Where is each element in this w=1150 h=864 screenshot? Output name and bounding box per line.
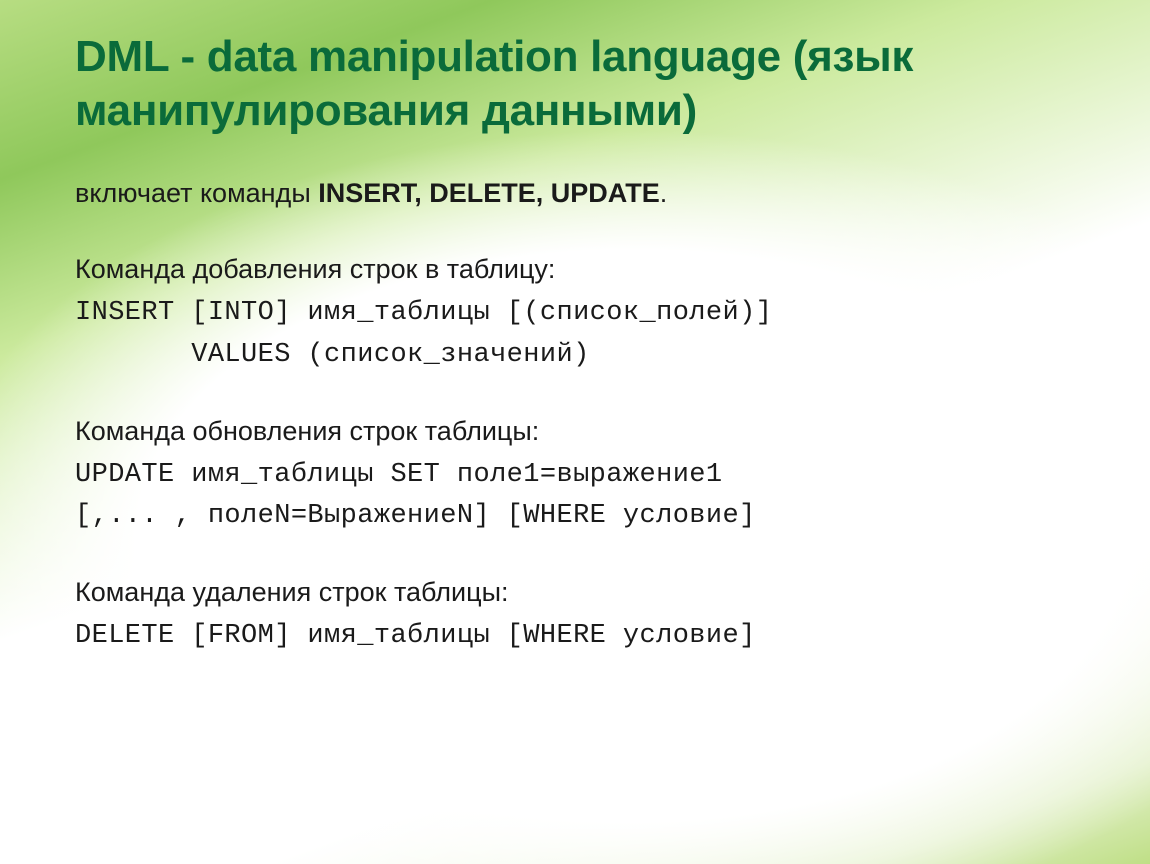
intro-commands: INSERT, DELETE, UPDATE	[318, 178, 660, 208]
intro-suffix: .	[660, 178, 668, 208]
slide-body: включает команды INSERT, DELETE, UPDATE.…	[75, 173, 1085, 658]
update-label: Команда обновления строк таблицы:	[75, 411, 1085, 453]
slide: DML - data manipulation language (язык м…	[0, 0, 1150, 864]
delete-code: DELETE [FROM] имя_таблицы [WHERE условие…	[75, 616, 1085, 658]
slide-title: DML - data manipulation language (язык м…	[75, 30, 1085, 137]
insert-label: Команда добавления строк в таблицу:	[75, 249, 1085, 291]
delete-label: Команда удаления строк таблицы:	[75, 572, 1085, 614]
update-code: UPDATE имя_таблицы SET поле1=выражение1 …	[75, 455, 1085, 539]
insert-code: INSERT [INTO] имя_таблицы [(список_полей…	[75, 293, 1085, 377]
intro-paragraph: включает команды INSERT, DELETE, UPDATE.	[75, 173, 1085, 215]
intro-prefix: включает команды	[75, 178, 318, 208]
